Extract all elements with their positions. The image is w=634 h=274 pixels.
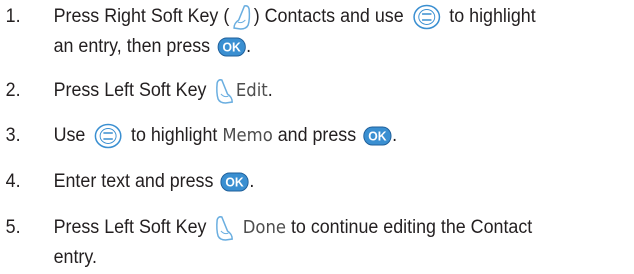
step-text: Enter text and press [53,171,214,192]
svg-text:OK: OK [368,129,386,143]
step-number: 5. [5,217,21,238]
step-number: 4. [5,171,21,192]
softkey-label: Done [242,218,286,238]
step-text: . [249,171,255,192]
step-text: . [392,125,398,146]
ok-key-icon: OK [217,37,246,57]
step-number: 3. [5,125,21,146]
step-text: . [267,80,273,101]
step-text: entry. [53,247,97,268]
step-text: to continue editing the Contact [290,217,533,238]
softkey-label: Edit [235,81,268,101]
step-number: 2. [5,80,21,101]
svg-text:OK: OK [226,175,244,189]
step-text: Use [53,125,86,146]
navigation-key-icon [94,123,122,149]
navigation-key-icon [412,4,440,30]
ok-key-icon: OK [220,172,249,192]
step-text: ) Contacts and use [253,6,404,27]
step-text: and press [277,125,357,146]
left-soft-key-icon [213,77,236,105]
svg-text:OK: OK [222,40,240,54]
step-text: to highlight [130,125,218,146]
left-soft-key-icon [213,214,236,242]
step-number: 1. [5,6,21,27]
right-soft-key-icon [230,3,253,31]
step-text: Press Left Soft Key [53,217,207,238]
step-text: to highlight [449,6,536,27]
step-text: an entry, then press [53,36,211,57]
step-text: Press Right Soft Key ( [53,6,230,27]
step-text: Press Left Soft Key [53,80,207,101]
ok-key-icon: OK [363,126,392,146]
menu-item-label: Memo [222,126,273,146]
step-text: . [246,36,252,57]
